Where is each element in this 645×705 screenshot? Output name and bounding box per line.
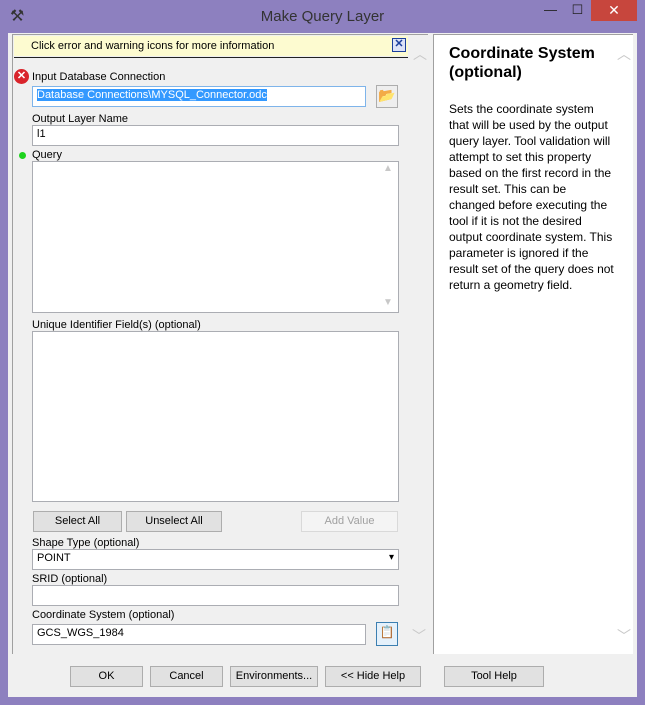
query-label: Query	[32, 149, 62, 161]
tool-help-button[interactable]: Tool Help	[444, 666, 544, 687]
maximize-button[interactable]: ☐	[564, 0, 591, 21]
unique-id-list[interactable]	[32, 331, 399, 502]
db-connection-input[interactable]: Database Connections\MYSQL_Connector.odc	[32, 86, 366, 107]
srid-label: SRID (optional)	[32, 573, 108, 585]
help-scroll-down-icon[interactable]: ﹀	[617, 626, 631, 646]
coord-system-label: Coordinate System (optional)	[32, 609, 175, 621]
error-icon[interactable]: ✕	[14, 69, 29, 84]
textarea-scroll-down-icon[interactable]: ▼	[383, 297, 393, 308]
hide-help-button[interactable]: << Hide Help	[325, 666, 421, 687]
environments-button[interactable]: Environments...	[230, 666, 318, 687]
ok-button[interactable]: OK	[70, 666, 143, 687]
shape-type-value: POINT	[37, 552, 71, 564]
scroll-up-icon[interactable]: ︿	[413, 44, 427, 64]
help-title: Coordinate System (optional)	[449, 45, 595, 81]
info-close-button[interactable]: ✕	[392, 38, 406, 52]
query-textarea[interactable]	[32, 161, 399, 313]
add-value-button[interactable]: Add Value	[301, 511, 398, 532]
unselect-all-button[interactable]: Unselect All	[126, 511, 222, 532]
coord-system-input[interactable]: GCS_WGS_1984	[32, 624, 366, 645]
output-layer-input[interactable]: l1	[32, 125, 399, 146]
help-scroll-up-icon[interactable]: ︿	[617, 44, 631, 64]
coord-system-properties-button[interactable]: 📋	[376, 622, 398, 646]
close-button[interactable]: ✕	[591, 0, 637, 21]
db-connection-value: Database Connections\MYSQL_Connector.odc	[37, 89, 267, 101]
srid-input[interactable]	[32, 585, 399, 606]
scroll-down-icon[interactable]: ﹀	[412, 626, 426, 646]
shape-type-label: Shape Type (optional)	[32, 537, 140, 549]
divider	[14, 57, 408, 58]
title-bar: ⚒ Make Query Layer — ☐ ✕	[0, 0, 645, 33]
open-folder-icon: 📂	[378, 87, 396, 103]
browse-folder-button[interactable]: 📂	[376, 85, 398, 108]
shape-type-select[interactable]: POINT ▾	[32, 549, 399, 570]
properties-icon: 📋	[379, 625, 395, 639]
textarea-scroll-up-icon[interactable]: ▲	[383, 163, 393, 174]
info-bar: Click error and warning icons for more i…	[14, 36, 408, 56]
select-all-button[interactable]: Select All	[33, 511, 122, 532]
cancel-button[interactable]: Cancel	[150, 666, 223, 687]
db-connection-label: Input Database Connection	[32, 71, 166, 83]
output-layer-label: Output Layer Name	[32, 113, 128, 125]
unique-id-label: Unique Identifier Field(s) (optional)	[32, 319, 201, 331]
minimize-button[interactable]: —	[537, 0, 564, 21]
help-text: Sets the coordinate system that will be …	[449, 102, 614, 292]
chevron-down-icon: ▾	[388, 552, 394, 563]
green-dot-icon	[19, 152, 26, 159]
